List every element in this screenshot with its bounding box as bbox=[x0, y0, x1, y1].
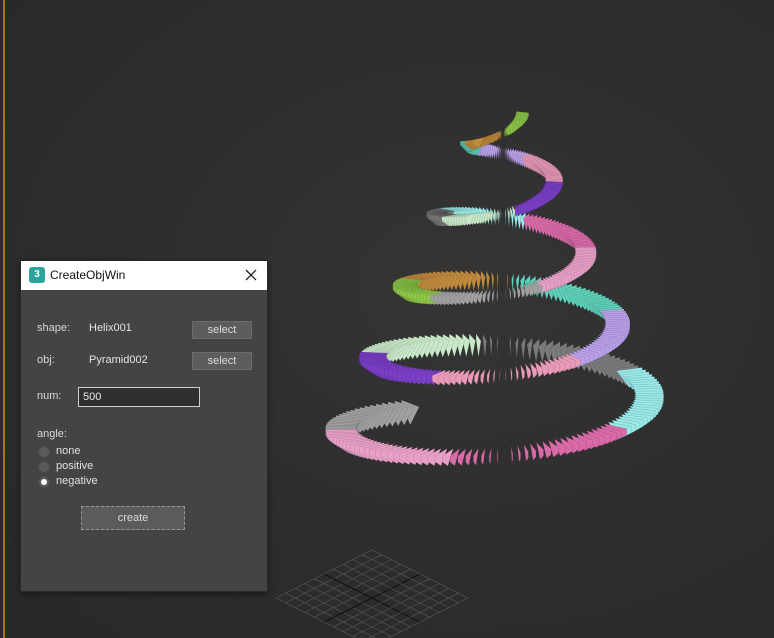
pyramid-instance bbox=[489, 334, 493, 358]
create-obj-dialog: 3 CreateObjWin shape: Helix001 select ob… bbox=[20, 260, 268, 592]
close-icon[interactable] bbox=[241, 265, 261, 285]
pyramid-instance bbox=[499, 145, 501, 161]
radio-positive[interactable]: positive bbox=[38, 460, 128, 474]
pyramid-instance bbox=[503, 127, 505, 139]
radio-positive-button[interactable] bbox=[38, 461, 50, 473]
radio-none[interactable]: none bbox=[38, 445, 128, 459]
shape-select-button[interactable]: select bbox=[192, 321, 252, 339]
pyramid-instance bbox=[493, 367, 496, 384]
pyramid-instance bbox=[505, 146, 507, 163]
pyramid-instance bbox=[465, 447, 473, 467]
pyramid-instance bbox=[482, 333, 487, 358]
helix-of-pyramids bbox=[325, 111, 664, 467]
pyramid-instance bbox=[462, 333, 471, 358]
pyramid-instance bbox=[509, 335, 512, 360]
pyramid-instance bbox=[481, 447, 486, 466]
obj-select-button[interactable]: select bbox=[192, 352, 252, 370]
radio-negative-label: negative bbox=[56, 475, 98, 487]
pyramid-instance bbox=[523, 443, 529, 462]
grid-line bbox=[387, 597, 469, 638]
pyramid-instance bbox=[504, 207, 506, 220]
pyramid-instance bbox=[480, 368, 486, 385]
pyramid-instance bbox=[520, 336, 526, 361]
num-label: num: bbox=[37, 390, 62, 402]
pyramid-instance bbox=[496, 209, 499, 222]
pyramid-instance bbox=[475, 333, 482, 358]
pyramid-instance bbox=[529, 443, 537, 461]
pyramid-instance bbox=[486, 368, 491, 385]
pyramid-instance bbox=[489, 447, 492, 465]
pyramid-instance bbox=[473, 447, 479, 466]
pyramid-instance bbox=[496, 334, 499, 359]
pyramid-instance bbox=[491, 271, 495, 293]
pyramid-instance bbox=[506, 147, 510, 163]
pyramid-instance bbox=[507, 206, 510, 219]
pyramid-instance bbox=[499, 367, 501, 383]
pyramid-instance bbox=[532, 337, 540, 363]
pyramid-instance bbox=[496, 144, 500, 161]
angle-label: angle: bbox=[37, 428, 67, 440]
close-x-glyph bbox=[245, 269, 257, 281]
num-input[interactable] bbox=[78, 387, 200, 407]
pyramid-instance bbox=[501, 128, 503, 140]
dialog-title: CreateObjWin bbox=[50, 268, 126, 282]
shape-value: Helix001 bbox=[89, 322, 132, 334]
3ds-max-icon: 3 bbox=[29, 267, 45, 283]
pyramid-instance bbox=[526, 337, 533, 362]
pyramid-instance bbox=[491, 288, 495, 303]
create-button[interactable]: create bbox=[81, 506, 185, 530]
pyramid-instance bbox=[520, 364, 525, 381]
pyramid-instance bbox=[499, 208, 501, 221]
radio-none-button[interactable] bbox=[38, 446, 50, 458]
pyramid-instance bbox=[515, 365, 519, 382]
pyramid-instance bbox=[496, 446, 499, 465]
pyramid-instance bbox=[510, 365, 513, 382]
pyramid-instance bbox=[515, 336, 519, 360]
pyramid-instance bbox=[525, 363, 531, 380]
pyramid-instance bbox=[474, 368, 481, 385]
pyramid-instance bbox=[486, 270, 490, 292]
shape-label: shape: bbox=[37, 322, 71, 334]
pyramid-instance bbox=[509, 286, 512, 301]
pyramid-instance bbox=[517, 444, 521, 463]
pyramid-instance bbox=[506, 272, 509, 294]
obj-label: obj: bbox=[37, 354, 55, 366]
pyramid-instance bbox=[505, 366, 507, 383]
home-grid bbox=[275, 549, 469, 638]
radio-none-label: none bbox=[56, 445, 81, 457]
pyramid-instance bbox=[510, 445, 513, 463]
radio-negative-button[interactable] bbox=[38, 476, 50, 488]
pyramid-instance bbox=[468, 333, 476, 358]
pyramid-instance bbox=[535, 441, 544, 460]
dialog-titlebar: 3 CreateObjWin bbox=[21, 261, 267, 290]
pyramid-instance bbox=[475, 269, 482, 292]
radio-positive-label: positive bbox=[56, 460, 94, 472]
grid-line bbox=[275, 597, 357, 638]
pyramid-instance bbox=[480, 269, 486, 292]
pyramid-instance bbox=[496, 288, 499, 303]
pyramid-instance bbox=[512, 285, 516, 301]
radio-negative[interactable]: negative bbox=[38, 475, 128, 489]
obj-value: Pyramid002 bbox=[89, 354, 148, 366]
pyramid-instance bbox=[505, 286, 507, 301]
